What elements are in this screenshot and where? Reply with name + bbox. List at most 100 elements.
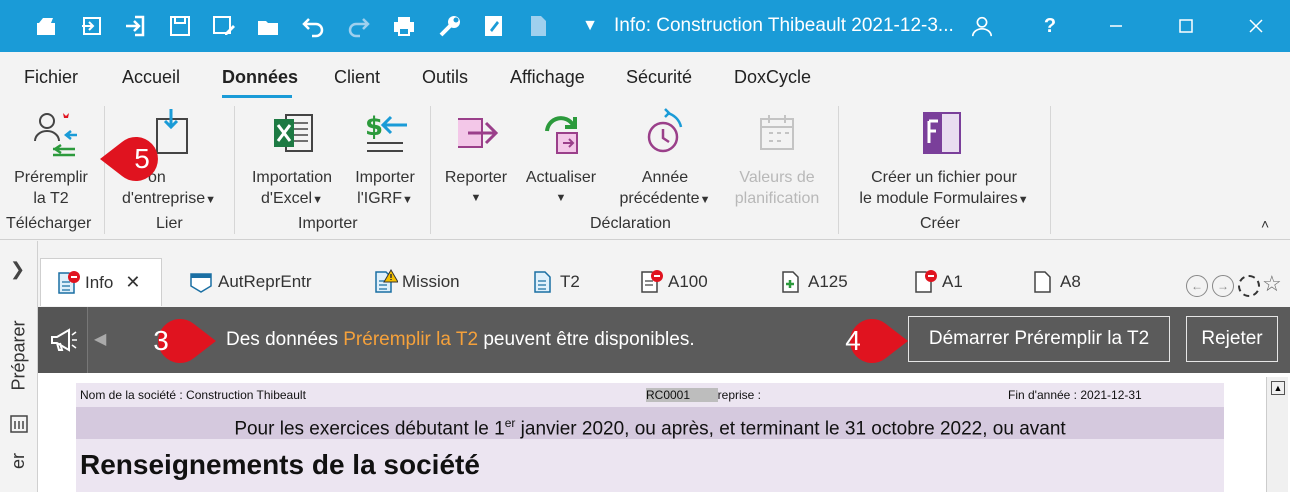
tab-outils[interactable]: Outils [422, 67, 468, 88]
period-after: janvier 2020, ou après, et terminant le … [515, 418, 1066, 440]
tab-securite[interactable]: Sécurité [626, 67, 692, 88]
dropdown-caret-icon: ▼ [470, 192, 482, 204]
dropdown-caret-icon: ▼ [699, 194, 711, 206]
actualiser-button[interactable]: Actualiser ▼ [518, 105, 604, 209]
reporter-label: Reporter [444, 169, 508, 186]
doctab-label: A8 [1060, 272, 1081, 291]
callout-5: 5 [100, 136, 164, 182]
tab-donnees[interactable]: Données [222, 67, 298, 88]
next-tab-icon[interactable]: → [1212, 275, 1234, 297]
doctab-info[interactable]: Info ✕ [40, 258, 162, 306]
planning-calendar-icon [749, 105, 805, 161]
login-icon[interactable] [120, 10, 152, 42]
second-rail-tab-fragment[interactable]: er [8, 453, 29, 469]
dropdown-caret-icon: ▼ [312, 194, 323, 206]
doctab-label: T2 [560, 272, 580, 291]
save-edit-icon[interactable] [208, 10, 240, 42]
new-file-icon[interactable] [30, 10, 62, 42]
doctab-a125[interactable]: A125 [778, 258, 848, 306]
group-telecharger: Télécharger [6, 215, 92, 232]
group-separator [1050, 106, 1051, 234]
annee-line2: précédente [619, 190, 700, 207]
valeurs-planification-button[interactable]: Valeurs de planification [724, 105, 830, 209]
actualiser-label: Actualiser [525, 169, 597, 186]
business-number-suffix: RC0001 [646, 388, 691, 402]
section-title: Renseignements de la société [80, 449, 480, 480]
prev-tab-icon[interactable]: ← [1186, 275, 1208, 297]
doctab-a8[interactable]: A8 [1030, 258, 1081, 306]
doctab-t2[interactable]: T2 [530, 258, 580, 306]
igrf-icon: $ [357, 105, 413, 161]
left-rail: ❯ Préparer er [0, 241, 38, 492]
doc-warning-icon [372, 269, 399, 295]
customize-dropdown-icon[interactable]: ▼ [574, 10, 606, 42]
undo-icon[interactable] [298, 10, 330, 42]
group-separator [234, 106, 235, 234]
callout-4: 4 [828, 318, 908, 364]
tab-affichage[interactable]: Affichage [510, 67, 585, 88]
preremplir-t2-button[interactable]: Préremplir la T2 [6, 105, 96, 209]
preparer-tab[interactable]: Préparer [8, 305, 30, 405]
document-tabs: Info ✕ AutReprEntr Mission T2 A100 A125 [38, 241, 1290, 307]
doctab-mission[interactable]: Mission [372, 258, 460, 306]
notification-msg-after: peuvent être disponibles. [478, 329, 695, 350]
doctab-a1[interactable]: A1 [912, 258, 963, 306]
doctab-a100[interactable]: A100 [638, 258, 708, 306]
tab-fichier[interactable]: Fichier [24, 67, 78, 88]
valeurs-line1: Valeurs de [739, 169, 815, 186]
minimize-button[interactable] [1096, 10, 1136, 42]
num-entreprise-line2-wrap: d'entreprise▼ [112, 188, 226, 211]
year-end: Fin d'année : 2021-12-31 [1008, 388, 1142, 402]
doctab-label: A1 [942, 272, 963, 291]
previous-notification-icon[interactable]: ◀ [94, 329, 106, 349]
wrench-icon[interactable] [434, 10, 466, 42]
vertical-scrollbar[interactable]: ▲ [1266, 377, 1288, 492]
favorite-star-icon[interactable]: ☆ [1262, 271, 1282, 297]
notification-msg-before: Des données [226, 329, 344, 350]
doctab-autreprentr[interactable]: AutReprEntr [188, 258, 312, 306]
reporter-button[interactable]: Reporter ▼ [438, 105, 514, 209]
importation-excel-button[interactable]: Importation d'Excel▼ [242, 105, 342, 211]
tab-client[interactable]: Client [334, 67, 380, 88]
notification-highlight: Préremplir la T2 [343, 329, 479, 350]
doctab-label: Info [85, 272, 114, 292]
doctab-label: A100 [668, 272, 708, 291]
import-icon[interactable] [76, 10, 108, 42]
group-importer: Importer [298, 215, 358, 232]
window-title: Info: Construction Thibeault 2021-12-3..… [614, 15, 954, 36]
form-icon [188, 269, 214, 295]
rejeter-button[interactable]: Rejeter [1186, 316, 1278, 362]
preparer-label: Préparer [8, 319, 29, 391]
print-icon[interactable] [388, 10, 420, 42]
dropdown-caret-icon: ▼ [555, 192, 567, 204]
dropdown-caret-icon: ▼ [1017, 194, 1029, 206]
dropdown-caret-icon: ▼ [205, 194, 216, 206]
period-banner: Pour les exercices débutant le 1er janvi… [76, 407, 1224, 439]
tab-list-icon[interactable] [1238, 275, 1260, 297]
help-button[interactable]: ? [1030, 10, 1070, 42]
expand-panel-icon[interactable]: ❯ [10, 259, 25, 280]
scroll-up-icon[interactable]: ▲ [1271, 381, 1285, 395]
group-declaration: Déclaration [590, 215, 671, 232]
user-icon[interactable] [962, 10, 1002, 42]
demarrer-preremplir-button[interactable]: Démarrer Préremplir la T2 [908, 316, 1170, 362]
open-folder-icon[interactable] [252, 10, 284, 42]
collapse-ribbon-icon[interactable]: ˄ [1261, 216, 1269, 232]
period-sup: er [504, 416, 516, 430]
calculator-icon[interactable] [8, 413, 30, 435]
tab-accueil[interactable]: Accueil [122, 67, 180, 88]
close-tab-icon[interactable]: ✕ [125, 272, 140, 293]
creer-line1: Créer un fichier pour [871, 169, 1017, 186]
save-icon[interactable] [164, 10, 196, 42]
tab-doxcycle[interactable]: DoxCycle [734, 67, 811, 88]
doc-error-icon [912, 269, 938, 295]
close-window-button[interactable] [1236, 10, 1276, 42]
maximize-button[interactable] [1166, 10, 1206, 42]
import-igrf-line2-wrap: l'IGRF▼ [346, 188, 424, 211]
redo-icon[interactable] [342, 10, 374, 42]
edit-form-icon[interactable] [478, 10, 510, 42]
callout-3-number: 3 [153, 325, 169, 356]
importer-igrf-button[interactable]: $ Importer l'IGRF▼ [346, 105, 424, 211]
annee-precedente-button[interactable]: Année précédente▼ [610, 105, 720, 211]
creer-fichier-formulaires-button[interactable]: Créer un fichier pour le module Formulai… [846, 105, 1042, 211]
